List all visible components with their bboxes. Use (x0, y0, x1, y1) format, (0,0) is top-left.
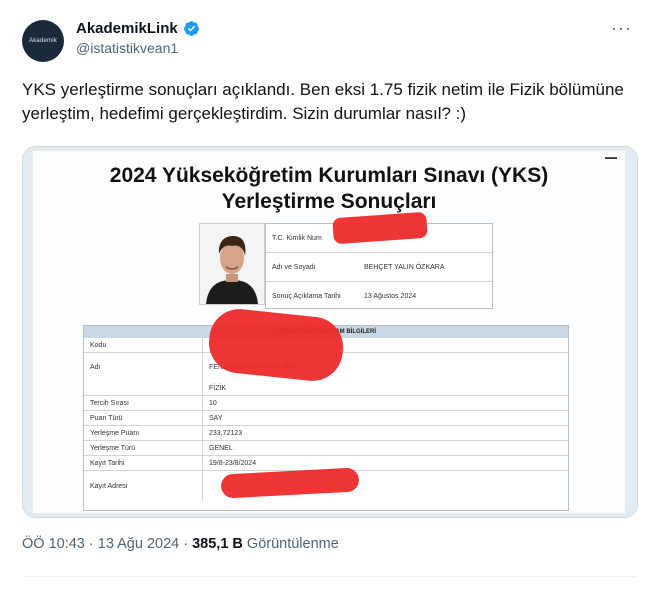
row-key: Yerleşme Türü (84, 441, 203, 455)
tweet-timestamp[interactable]: ÖÖ 10:43 · 13 Ağu 2024 · (22, 536, 192, 552)
info-value: 13 Ağustos 2024 (364, 292, 417, 300)
corner-mark: ▬▬ (605, 155, 617, 161)
row-value: 19/8-23/8/2024 (209, 459, 257, 467)
verified-badge-icon (183, 21, 199, 36)
row-value: GENEL (209, 444, 233, 452)
info-key: Adı ve Soyadı (272, 263, 316, 271)
row-key: Tercih Sırası (84, 396, 203, 410)
row-key: Adı (84, 353, 203, 381)
info-row-name: Adı ve Soyadı BEHÇET YALIN ÖZKARA (266, 253, 492, 282)
tweet-image[interactable]: ▬▬ 2024 Yükseköğretim Kurumları Sınavı (… (22, 146, 638, 518)
more-options-icon[interactable]: ··· (611, 18, 632, 39)
row-key: Yerleşme Puanı (84, 426, 203, 440)
row-key: Kayıt Adresi (84, 471, 203, 501)
author-avatar[interactable]: Akademik (22, 20, 64, 62)
document-title-line1: 2024 Yükseköğretim Kurumları Sınavı (YKS… (109, 164, 549, 187)
candidate-photo (199, 223, 265, 305)
info-value: BEHÇET YALIN ÖZKARA (364, 263, 445, 271)
row-key (84, 381, 203, 395)
row-key: Kayıt Tarihi (84, 456, 203, 470)
table-row: Yerleşme Türü GENEL (84, 441, 568, 456)
tweet-text: YKS yerleştirme sonuçları açıklandı. Ben… (22, 80, 624, 123)
row-value: 233,72123 (209, 429, 243, 437)
info-key: Sonuç Açıklama Tarihi (272, 292, 341, 300)
view-count: 385,1 B (192, 536, 243, 552)
divider (22, 576, 636, 577)
tweet-metadata: ÖÖ 10:43 · 13 Ağu 2024 · 385,1 B Görüntü… (22, 536, 339, 552)
table-row: Tercih Sırası 10 (84, 396, 568, 411)
table-row: Puan Türü SAY (84, 411, 568, 426)
row-value: 10 (209, 399, 217, 407)
author-name-row: AkademikLink (76, 20, 200, 37)
avatar-text: Akademik (29, 38, 57, 44)
views-label: Görüntülenme (242, 536, 339, 552)
row-key: Puan Türü (84, 411, 203, 425)
table-row: FİZİK (84, 381, 568, 396)
row-key: Kodu (84, 338, 203, 352)
document-title-line2: Yerleştirme Sonuçları (221, 190, 437, 213)
table-row: Yerleşme Puanı 233,72123 (84, 426, 568, 441)
author-handle[interactable]: @istatistikvean1 (76, 40, 178, 56)
row-value: SAY (209, 414, 223, 422)
document-title: 2024 Yükseköğretim Kurumları Sınavı (YKS… (33, 163, 625, 215)
info-row-date: Sonuç Açıklama Tarihi 13 Ağustos 2024 (266, 282, 492, 310)
author-name[interactable]: AkademikLink (76, 20, 178, 37)
result-document: ▬▬ 2024 Yükseköğretim Kurumları Sınavı (… (33, 151, 625, 513)
row-value: FİZİK (209, 384, 227, 392)
